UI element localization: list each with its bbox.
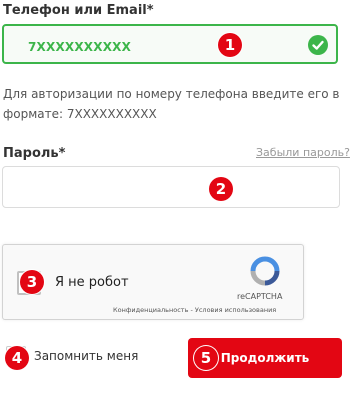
annotation-marker-3: 3 xyxy=(20,270,44,294)
check-icon xyxy=(308,35,328,55)
annotation-marker-1: 1 xyxy=(218,33,242,57)
recaptcha-widget: Я не робот reCAPTCHA Конфиденциальность … xyxy=(2,244,304,320)
phone-value: 7XXXXXXXXXX xyxy=(28,40,132,54)
password-input[interactable] xyxy=(2,166,340,208)
recaptcha-label: Я не робот xyxy=(55,275,129,290)
recaptcha-brand: reCAPTCHA xyxy=(237,292,283,301)
annotation-marker-5: 5 xyxy=(194,346,218,370)
phone-hint: Для авторизации по номеру телефона введи… xyxy=(3,87,340,121)
annotation-marker-4: 4 xyxy=(5,346,29,370)
phone-email-input[interactable]: 7XXXXXXXXXX xyxy=(2,24,338,64)
recaptcha-logo-icon xyxy=(249,255,281,287)
annotation-marker-2: 2 xyxy=(209,177,233,201)
recaptcha-terms-link[interactable]: Конфиденциальность - Условия использован… xyxy=(113,306,276,314)
password-label: Пароль* xyxy=(3,146,66,161)
forgot-password-link[interactable]: Забыли пароль? xyxy=(256,146,350,159)
phone-label: Телефон или Email* xyxy=(3,3,154,18)
remember-me-label: Запомнить меня xyxy=(34,349,139,363)
